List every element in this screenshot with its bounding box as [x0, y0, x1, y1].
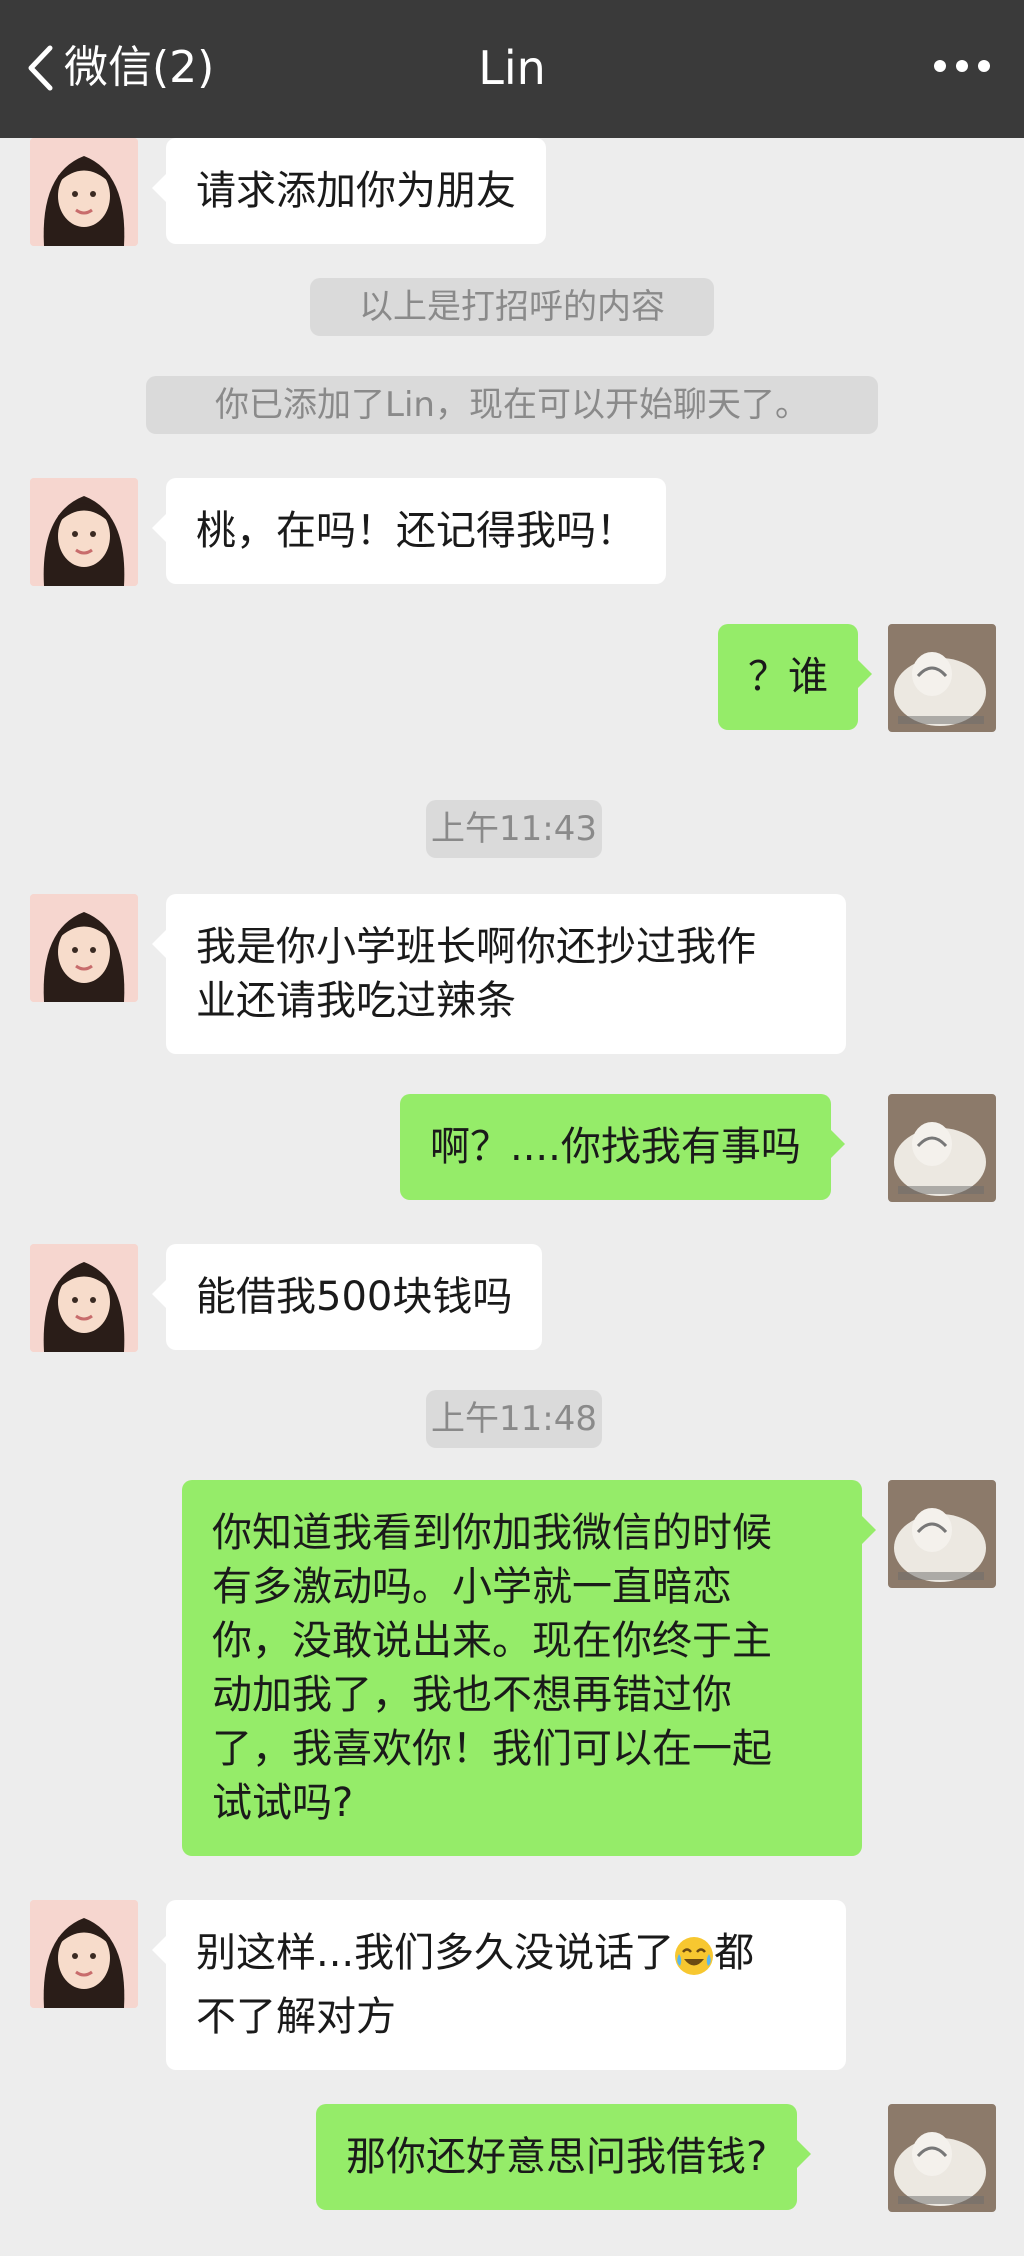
contact-avatar[interactable]: [30, 138, 138, 246]
chat-title: Lin: [478, 41, 546, 95]
message-line: 动加我了，我也不想再错过你: [212, 1672, 732, 1718]
message-text: 都: [714, 1930, 755, 1976]
message-text: 别这样...我们多久没说话了: [196, 1930, 675, 1976]
message-line: 有多激动吗。小学就一直暗恋: [212, 1564, 732, 1610]
message-line: 试试吗?: [212, 1780, 354, 1826]
message-line: 业还请我吃过辣条: [196, 978, 516, 1024]
timestamp: 上午11:43: [426, 800, 602, 858]
crying-laughing-emoji-icon: [674, 1936, 714, 1990]
message-list: 请求添加你为朋友 以上是打招呼的内容 你已添加了Lin，现在可以开始聊天了。 桃…: [0, 138, 1024, 2256]
message-line: 不了解对方: [196, 1994, 396, 2040]
my-avatar[interactable]: [888, 2104, 996, 2212]
my-avatar[interactable]: [888, 1094, 996, 1202]
message-line: 我是你小学班长啊你还抄过我作: [196, 924, 756, 970]
message-bubble-incoming[interactable]: 请求添加你为朋友: [152, 138, 546, 244]
message-bubble-outgoing[interactable]: ？谁: [718, 624, 872, 730]
message-line: 你，没敢说出来。现在你终于主: [212, 1618, 772, 1664]
more-options-icon[interactable]: [934, 60, 990, 72]
message-bubble-outgoing[interactable]: 你知道我看到你加我微信的时候 有多激动吗。小学就一直暗恋 你，没敢说出来。现在你…: [182, 1480, 876, 1856]
title-bar: 微信(2) Lin: [0, 0, 1024, 138]
contact-avatar[interactable]: [30, 1244, 138, 1352]
message-bubble-incoming[interactable]: 桃，在吗！还记得我吗！: [152, 478, 666, 584]
message-line: 了，我喜欢你！我们可以在一起: [212, 1726, 772, 1772]
message-bubble-incoming[interactable]: 能借我500块钱吗: [151, 1244, 543, 1350]
contact-avatar[interactable]: [30, 478, 138, 586]
my-avatar[interactable]: [888, 624, 996, 732]
system-notice: 以上是打招呼的内容: [310, 278, 714, 336]
message-line: 别这样...我们多久没说话了都: [196, 1926, 816, 1990]
message-line: 你知道我看到你加我微信的时候: [212, 1510, 772, 1556]
system-notice: 你已添加了Lin，现在可以开始聊天了。: [146, 376, 878, 434]
contact-avatar[interactable]: [30, 1900, 138, 2008]
message-bubble-incoming[interactable]: 我是你小学班长啊你还抄过我作 业还请我吃过辣条: [152, 894, 846, 1054]
message-bubble-outgoing[interactable]: 啊？....你找我有事吗: [400, 1094, 845, 1200]
timestamp: 上午11:48: [426, 1390, 602, 1448]
message-bubble-incoming[interactable]: 别这样...我们多久没说话了都 不了解对方: [152, 1900, 846, 2070]
message-bubble-outgoing[interactable]: 那你还好意思问我借钱?: [316, 2104, 812, 2210]
my-avatar[interactable]: [888, 1480, 996, 1588]
contact-avatar[interactable]: [30, 894, 138, 1002]
